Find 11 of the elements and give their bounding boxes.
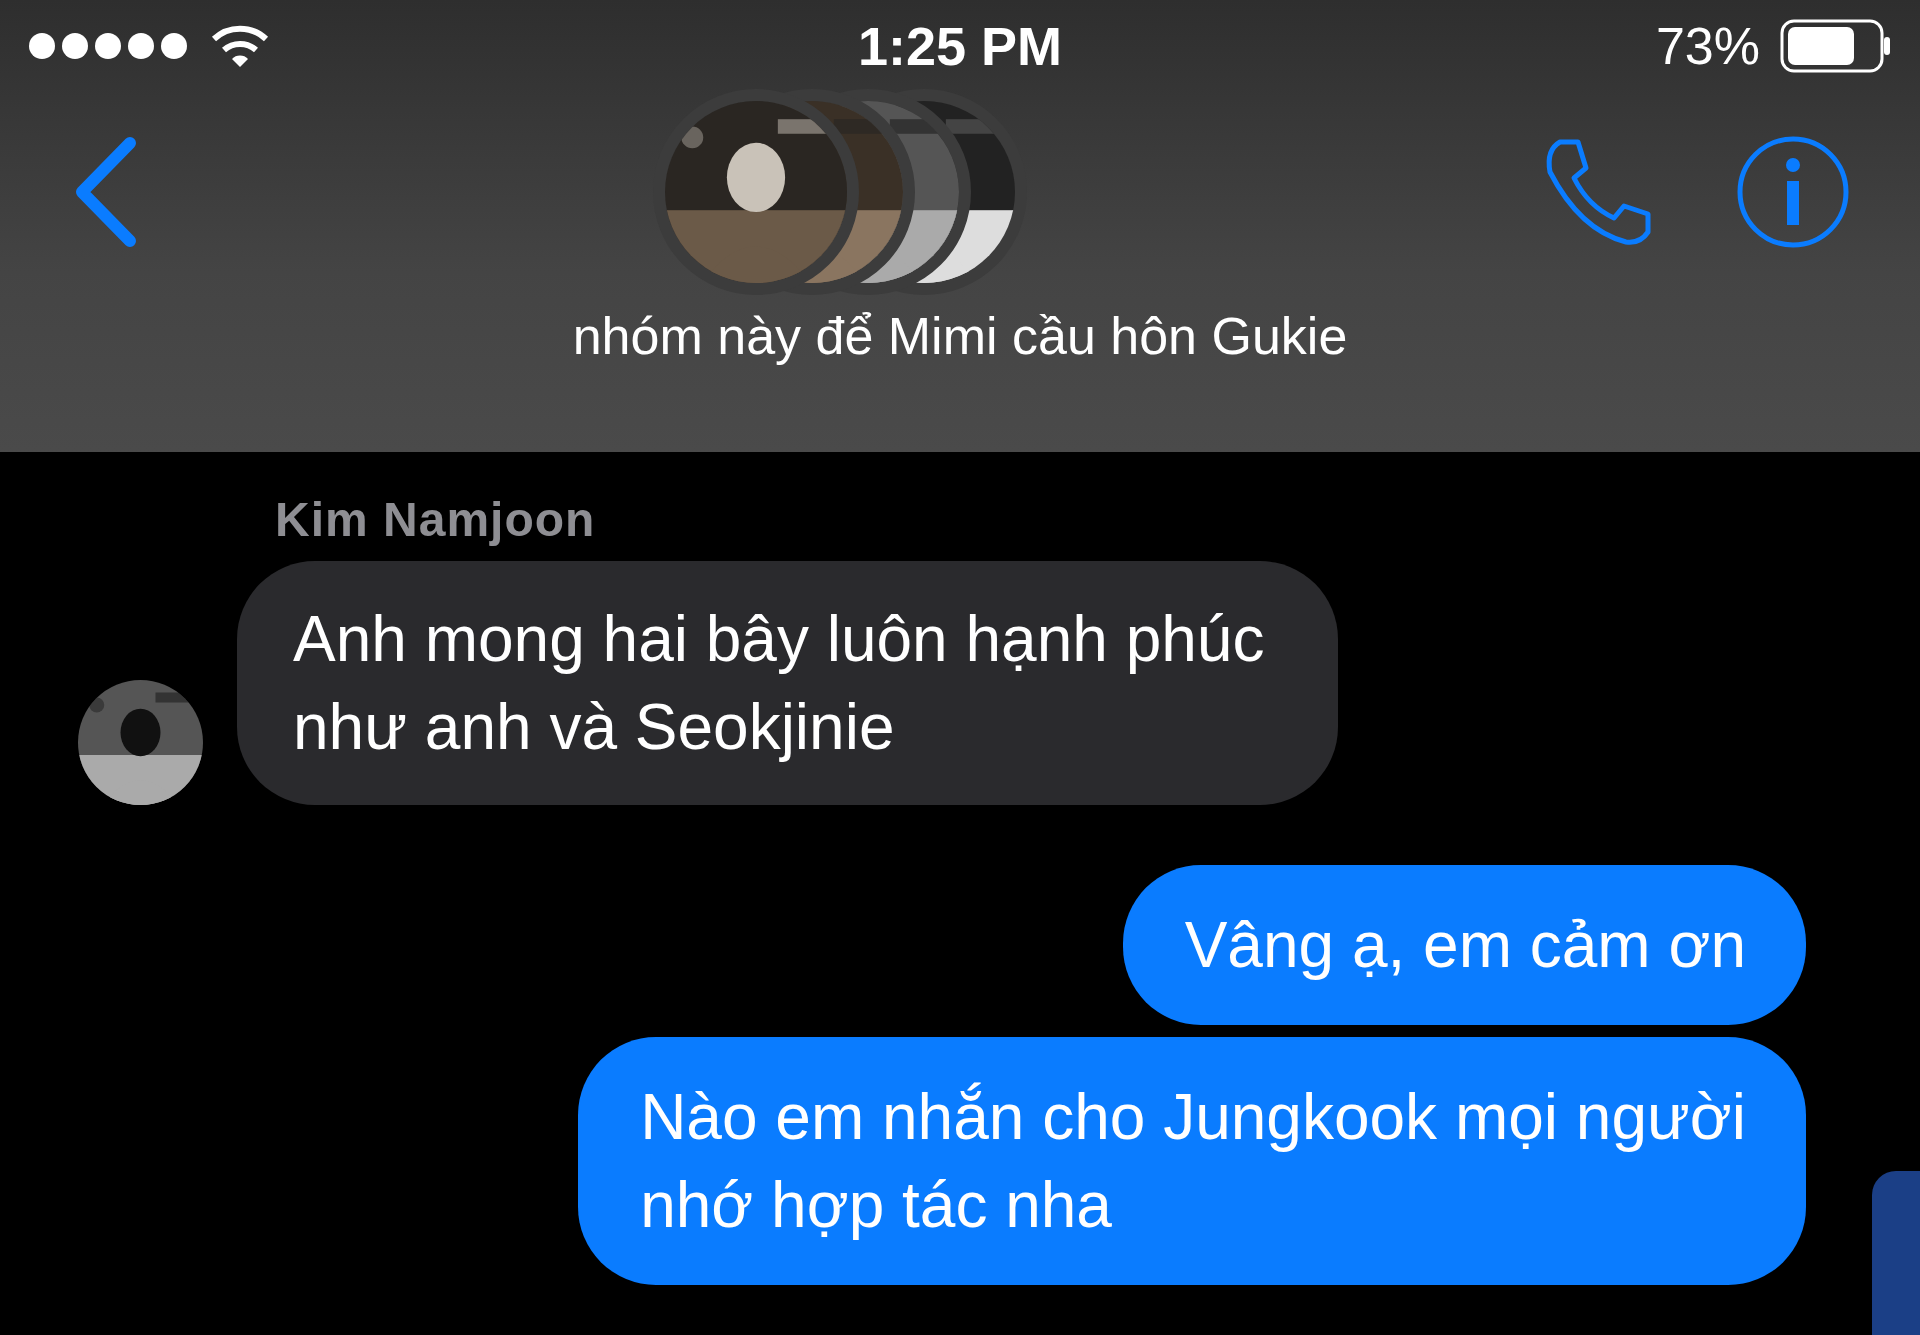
sender-name: Kim Namjoon <box>275 492 597 547</box>
message-bubble: Vâng ạ, em cảm ơn <box>1122 865 1806 1025</box>
message-bubble: Anh mong hai bây luôn hạnh phúc như anh và Seokjinie <box>237 561 1339 805</box>
wifi-icon <box>210 23 270 69</box>
signal-icon <box>28 31 188 61</box>
message-bubble: Nào em nhắn cho Jungkook mọi người nhớ hợp tác nha <box>578 1037 1806 1285</box>
battery-percent: 73% <box>1655 16 1760 76</box>
status-time: 1:25 PM <box>857 15 1063 77</box>
battery-icon <box>1780 19 1892 73</box>
group-title[interactable]: nhóm này để Mimi cầu hôn Gukie <box>0 306 1920 366</box>
info-icon[interactable] <box>1736 135 1850 249</box>
